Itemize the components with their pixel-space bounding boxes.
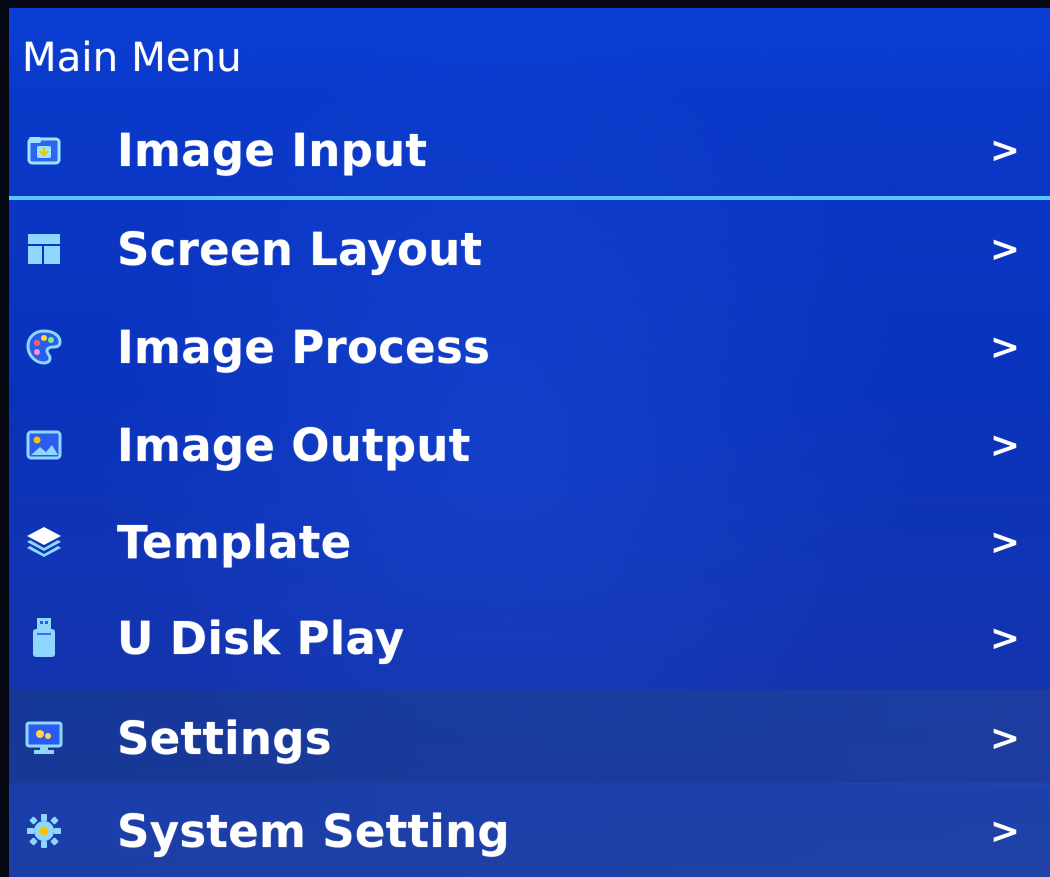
menu-item-template[interactable]: Template > [9, 494, 1050, 590]
menu-item-label: Settings [117, 711, 332, 765]
layout-icon [23, 228, 65, 270]
menu-item-label: Image Output [117, 418, 471, 472]
menu-item-image-output[interactable]: Image Output > [9, 397, 1050, 493]
screen-bezel-top [0, 0, 1050, 8]
chevron-right-icon: > [989, 129, 1020, 171]
menu-item-system-setting[interactable]: System Setting > [9, 783, 1050, 877]
menu-item-image-input[interactable]: Image Input > [9, 104, 1050, 200]
chevron-right-icon: > [989, 326, 1020, 368]
monitor-settings-icon [23, 717, 65, 759]
folder-input-icon [23, 129, 65, 171]
palette-icon [23, 326, 65, 368]
image-output-icon [23, 424, 65, 466]
menu-item-label: Screen Layout [117, 222, 483, 276]
layers-icon [23, 521, 65, 563]
page-title-text: Main Menu [22, 35, 242, 81]
menu-item-label: Template [117, 515, 352, 569]
main-menu-screen: Main Menu Image Input > Screen Layout > [0, 0, 1050, 877]
chevron-right-icon: > [989, 521, 1020, 563]
menu-item-label: System Setting [117, 804, 510, 858]
usb-drive-icon [23, 617, 65, 659]
page-title: Main Menu [22, 26, 242, 90]
menu-item-screen-layout[interactable]: Screen Layout > [9, 201, 1050, 297]
screen-bezel-left [0, 0, 9, 877]
menu-item-u-disk-play[interactable]: U Disk Play > [9, 590, 1050, 686]
chevron-right-icon: > [989, 810, 1020, 852]
menu-item-image-process[interactable]: Image Process > [9, 299, 1050, 395]
menu-item-label: Image Input [117, 123, 428, 177]
menu-item-settings[interactable]: Settings > [9, 690, 1050, 786]
menu-item-label: U Disk Play [117, 611, 405, 665]
gear-icon [23, 810, 65, 852]
chevron-right-icon: > [989, 717, 1020, 759]
chevron-right-icon: > [989, 617, 1020, 659]
menu-item-label: Image Process [117, 320, 491, 374]
chevron-right-icon: > [989, 228, 1020, 270]
chevron-right-icon: > [989, 424, 1020, 466]
